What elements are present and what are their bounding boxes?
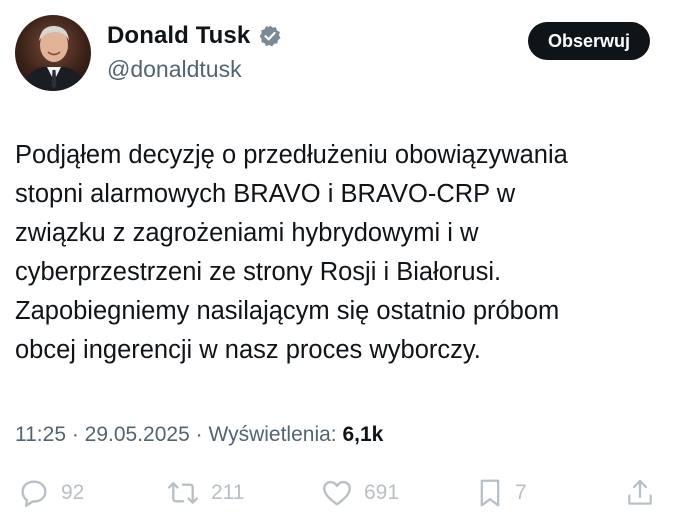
like-button[interactable]: 691 [320,476,399,510]
reply-button[interactable]: 92 [17,476,84,510]
tweet-meta: 11:25 · 29.05.2025 · Wyświetlenia: 6,1k [15,423,383,447]
action-bar: 92 211 691 7 [0,476,680,516]
reply-icon [21,480,47,507]
like-count: 691 [364,481,400,504]
follow-button[interactable]: Obserwuj [527,22,650,60]
meta-separator: · [189,423,209,446]
tweet-text-line: cyberprzestrzeni ze strony Rosji i Biało… [15,258,502,286]
author-handle[interactable]: @donaldtusk [107,56,242,83]
tweet-date[interactable]: 29.05.2025 [85,423,190,446]
bookmark-count: 7 [515,481,527,504]
reply-count: 92 [61,481,85,504]
meta-separator: · [66,423,85,446]
tweet-time[interactable]: 11:25 [15,423,66,446]
bookmark-icon [480,479,500,507]
author-name-row: Donald Tusk [107,22,282,50]
repost-icon [167,482,199,504]
tweet-text-line: obcej ingerencji w nasz proces wyborczy. [15,336,481,364]
repost-button[interactable]: 211 [165,476,244,510]
avatar-photo-icon [21,25,87,91]
repost-count: 211 [211,481,245,504]
tweet-text-line: związku z zagrożeniami hybrydowymi i w [15,219,479,247]
views-label: Wyświetlenia: [208,423,337,446]
tweet-card: Donald Tusk @donaldtusk Obserwuj Podjąłe… [0,0,680,523]
avatar[interactable] [15,15,91,91]
tweet-text-line: stopni alarmowych BRAVO i BRAVO-CRP w [15,180,516,208]
share-button[interactable] [624,476,656,510]
views-count: 6,1k [342,423,384,446]
verified-badge-icon [258,24,282,48]
bookmark-button[interactable]: 7 [475,476,527,510]
share-icon [628,479,652,505]
heart-icon [323,480,351,506]
author-display-name[interactable]: Donald Tusk [107,22,250,50]
tweet-text-line: Zapobiegniemy nasilającym się ostatnio p… [15,297,560,325]
tweet-text: Podjąłem decyzję o przedłużeniu obowiązy… [15,136,665,370]
tweet-text-line: Podjąłem decyzję o przedłużeniu obowiązy… [15,141,568,169]
